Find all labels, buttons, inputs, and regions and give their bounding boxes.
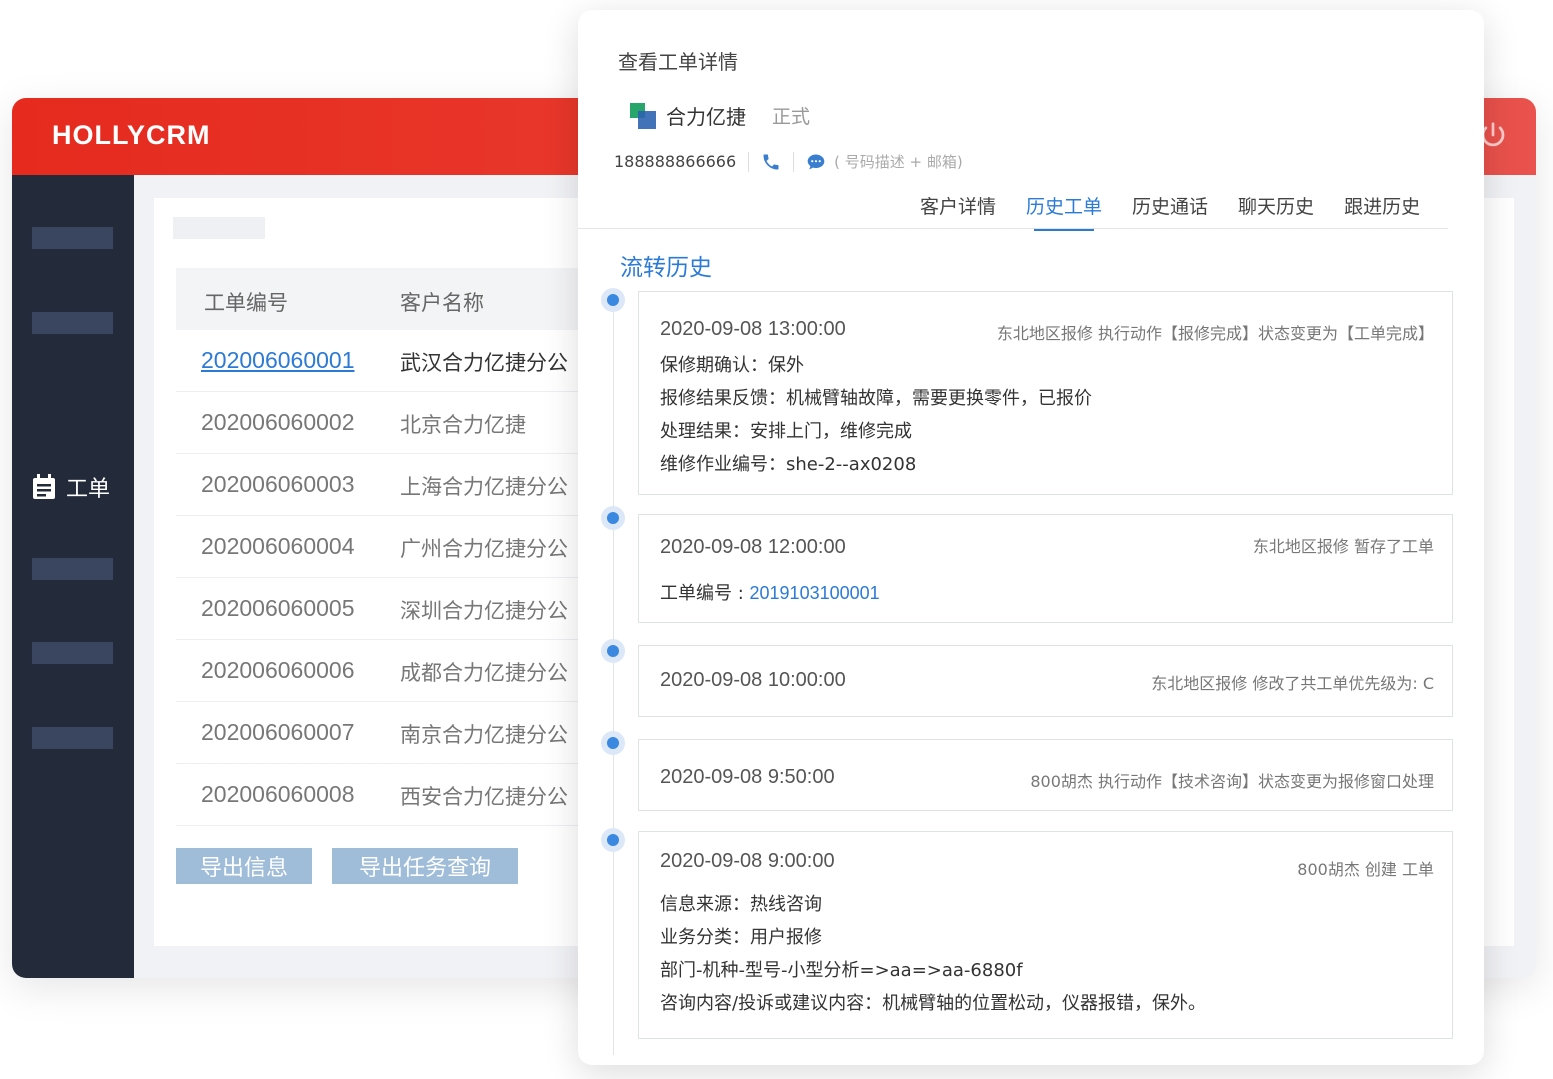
timeline-card: 2020-09-08 10:00:00 东北地区报修 修改了共工单优先级为: C — [638, 645, 1453, 717]
timeline-dot — [601, 828, 625, 852]
event-detail: 信息来源：热线咨询 — [660, 894, 822, 915]
tab-chat-history[interactable]: 聊天历史 — [1238, 192, 1314, 227]
work-order-detail-modal: 查看工单详情 合力亿捷 正式 188888866666 ( 号码描述 + 邮箱)… — [578, 10, 1484, 1065]
section-title: 流转历史 — [620, 255, 712, 281]
brand-logo: HOLLYCRM — [52, 120, 211, 150]
modal-title: 查看工单详情 — [618, 50, 738, 74]
event-detail: 部门-机种-型号-小型分析=>aa=>aa-6880f — [660, 960, 1023, 981]
phone-number: 188888866666 — [614, 152, 737, 171]
event-detail: 工单编号 : 2019103100001 — [660, 579, 880, 605]
timeline-card: 2020-09-08 9:00:00 800胡杰 创建 工单 信息来源：热线咨询… — [638, 831, 1453, 1039]
contact-row: 188888866666 ( 号码描述 + 邮箱) — [614, 151, 963, 172]
table-row[interactable]: 202006060008 西安合力亿捷分公 — [176, 764, 596, 826]
work-order-table: 工单编号 客户名称 202006060001 武汉合力亿捷分公 20200606… — [176, 268, 596, 826]
customer-name: 武汉合力亿捷分公 — [400, 351, 568, 375]
tab-customer-detail[interactable]: 客户详情 — [920, 192, 996, 227]
export-task-button[interactable]: 导出任务查询 — [332, 848, 518, 884]
order-id: 202006060002 — [201, 409, 355, 435]
order-id: 202006060007 — [201, 719, 355, 745]
customer-name: 北京合力亿捷 — [400, 413, 526, 437]
customer-name: 深圳合力亿捷分公 — [400, 599, 568, 623]
event-detail: 保修期确认：保外 — [660, 355, 804, 376]
sidebar-item[interactable] — [32, 312, 113, 334]
customer-name: 南京合力亿捷分公 — [400, 723, 568, 747]
event-action: 800胡杰 执行动作【技术咨询】状态变更为报修窗口处理 — [1030, 772, 1434, 791]
customer-name: 上海合力亿捷分公 — [400, 475, 568, 499]
sidebar: 工单 — [12, 175, 134, 978]
company-logo-icon — [630, 102, 656, 129]
ticket-label: 工单编号 : — [660, 583, 750, 604]
sidebar-item-work-order[interactable]: 工单 — [32, 471, 110, 503]
table-row[interactable]: 202006060001 武汉合力亿捷分公 — [176, 330, 596, 392]
event-detail: 维修作业编号：she-2--ax0208 — [660, 454, 917, 475]
order-id: 202006060003 — [201, 471, 355, 497]
event-detail: 业务分类：用户报修 — [660, 927, 822, 948]
customer-name: 广州合力亿捷分公 — [400, 537, 568, 561]
calendar-icon — [33, 474, 55, 499]
order-id-link[interactable]: 202006060001 — [201, 347, 355, 374]
event-action: 东北地区报修 修改了共工单优先级为: C — [1151, 674, 1434, 693]
table-row[interactable]: 202006060005 深圳合力亿捷分公 — [176, 578, 596, 640]
event-detail: 处理结果：安排上门，维修完成 — [660, 421, 912, 442]
order-id: 202006060008 — [201, 781, 355, 807]
event-time: 2020-09-08 9:00:00 — [660, 850, 835, 872]
timeline-dot — [601, 731, 625, 755]
table-row[interactable]: 202006060006 成都合力亿捷分公 — [176, 640, 596, 702]
sidebar-item-label: 工单 — [66, 477, 111, 502]
contact-hint: ( 号码描述 + 邮箱) — [834, 153, 963, 171]
timeline-dot — [601, 506, 625, 530]
customer-name: 成都合力亿捷分公 — [400, 661, 568, 685]
timeline-dot — [601, 288, 625, 312]
event-detail: 咨询内容/投诉或建议内容：机械臂轴的位置松动，仪器报错，保外。 — [660, 993, 1207, 1014]
timeline-line — [613, 310, 614, 1055]
event-time: 2020-09-08 12:00:00 — [660, 536, 846, 558]
customer-info: 合力亿捷 正式 — [630, 101, 810, 130]
timeline-card: 2020-09-08 9:50:00 800胡杰 执行动作【技术咨询】状态变更为… — [638, 739, 1453, 811]
customer-name: 合力亿捷 — [666, 105, 746, 129]
event-time: 2020-09-08 10:00:00 — [660, 669, 846, 691]
sidebar-item[interactable] — [32, 727, 113, 749]
column-header-id: 工单编号 — [204, 291, 288, 315]
timeline-card: 2020-09-08 13:00:00 东北地区报修 执行动作【报修完成】状态变… — [638, 291, 1453, 495]
order-id: 202006060004 — [201, 533, 355, 559]
tabs-divider — [578, 228, 1448, 229]
event-action: 800胡杰 创建 工单 — [1297, 860, 1434, 879]
modal-tabs: 客户详情 历史工单 历史通话 聊天历史 跟进历史 — [920, 192, 1450, 231]
customer-name: 西安合力亿捷分公 — [400, 785, 568, 809]
table-row[interactable]: 202006060007 南京合力亿捷分公 — [176, 702, 596, 764]
chat-icon[interactable] — [806, 152, 826, 172]
table-row[interactable]: 202006060003 上海合力亿捷分公 — [176, 454, 596, 516]
sidebar-item[interactable] — [32, 227, 113, 249]
table-header: 工单编号 客户名称 — [176, 268, 596, 330]
table-row[interactable]: 202006060004 广州合力亿捷分公 — [176, 516, 596, 578]
order-id: 202006060006 — [201, 657, 355, 683]
timeline-card: 2020-09-08 12:00:00 东北地区报修 暂存了工单 工单编号 : … — [638, 514, 1453, 623]
tab-followup-history[interactable]: 跟进历史 — [1344, 192, 1420, 227]
table-row[interactable]: 202006060002 北京合力亿捷 — [176, 392, 596, 454]
breadcrumb-placeholder — [173, 217, 265, 239]
event-time: 2020-09-08 13:00:00 — [660, 318, 846, 340]
tab-history-orders[interactable]: 历史工单 — [1026, 192, 1102, 231]
sidebar-item[interactable] — [32, 558, 113, 580]
export-info-button[interactable]: 导出信息 — [176, 848, 312, 884]
ticket-number-link[interactable]: 2019103100001 — [750, 583, 880, 603]
order-id: 202006060005 — [201, 595, 355, 621]
timeline-dot — [601, 639, 625, 663]
phone-icon[interactable] — [761, 152, 781, 172]
event-action: 东北地区报修 执行动作【报修完成】状态变更为【工单完成】 — [996, 324, 1434, 343]
event-detail: 报修结果反馈：机械臂轴故障，需要更换零件，已报价 — [660, 388, 1092, 409]
column-header-customer: 客户名称 — [400, 291, 484, 315]
tab-call-history[interactable]: 历史通话 — [1132, 192, 1208, 227]
sidebar-item[interactable] — [32, 642, 113, 664]
event-time: 2020-09-08 9:50:00 — [660, 766, 835, 788]
event-action: 东北地区报修 暂存了工单 — [1252, 537, 1434, 556]
customer-status: 正式 — [772, 106, 811, 128]
